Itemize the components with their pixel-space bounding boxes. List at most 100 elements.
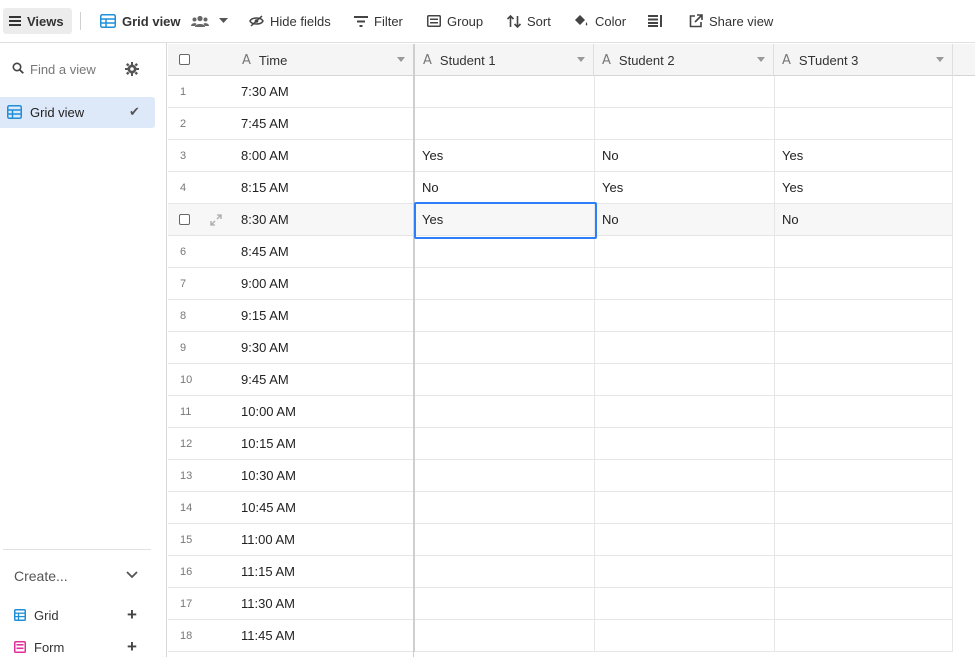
cell-student-3[interactable] xyxy=(774,428,953,460)
cell-student-2[interactable] xyxy=(594,492,774,524)
chevron-down-icon[interactable] xyxy=(577,57,585,62)
cell-student-3[interactable] xyxy=(774,396,953,428)
table-row[interactable]: 2 7:45 AM xyxy=(168,108,953,140)
cell-time[interactable]: 10:45 AM xyxy=(234,492,414,524)
find-view-input[interactable] xyxy=(30,59,120,79)
cell-student-1[interactable] xyxy=(414,364,594,396)
plus-icon[interactable]: + xyxy=(127,637,137,657)
cell-student-1[interactable]: Yes xyxy=(414,140,594,172)
cell-student-3[interactable] xyxy=(774,556,953,588)
column-header-student-2[interactable]: A Student 2 xyxy=(594,44,774,76)
cell-student-3[interactable] xyxy=(774,108,953,140)
table-row[interactable]: 4 8:15 AM No Yes Yes xyxy=(168,172,953,204)
table-row[interactable]: 8:30 AM Yes No No xyxy=(168,204,953,236)
sidebar-view-grid-view[interactable]: Grid view ✔ xyxy=(0,97,155,128)
cell-time[interactable]: 10:15 AM xyxy=(234,428,414,460)
select-all-checkbox[interactable] xyxy=(179,54,190,65)
chevron-down-icon[interactable] xyxy=(126,571,138,579)
views-toggle-button[interactable]: Views xyxy=(3,8,72,34)
expand-record-icon[interactable] xyxy=(210,214,222,226)
cell-student-2[interactable] xyxy=(594,396,774,428)
chevron-down-icon[interactable] xyxy=(397,57,405,62)
cell-student-1[interactable] xyxy=(414,268,594,300)
add-field-area[interactable] xyxy=(953,44,975,76)
cell-student-2[interactable] xyxy=(594,620,774,652)
cell-time[interactable]: 11:15 AM xyxy=(234,556,414,588)
cell-student-1[interactable] xyxy=(414,524,594,556)
cell-time[interactable]: 9:00 AM xyxy=(234,268,414,300)
cell-student-1[interactable]: No xyxy=(414,172,594,204)
row-height-button[interactable] xyxy=(648,8,662,34)
cell-time[interactable]: 9:15 AM xyxy=(234,300,414,332)
chevron-down-icon[interactable] xyxy=(757,57,765,62)
cell-student-3[interactable] xyxy=(774,492,953,524)
cell-time[interactable]: 9:45 AM xyxy=(234,364,414,396)
cell-time[interactable]: 8:45 AM xyxy=(234,236,414,268)
cell-student-1[interactable] xyxy=(414,108,594,140)
cell-time[interactable]: 8:30 AM xyxy=(234,204,414,236)
share-view-button[interactable]: Share view xyxy=(689,8,773,34)
cell-student-2[interactable] xyxy=(594,460,774,492)
cell-time[interactable]: 10:00 AM xyxy=(234,396,414,428)
cell-student-3[interactable] xyxy=(774,300,953,332)
cell-student-2[interactable] xyxy=(594,524,774,556)
table-row[interactable]: 8 9:15 AM xyxy=(168,300,953,332)
cell-student-3[interactable] xyxy=(774,236,953,268)
create-grid-item[interactable]: Grid + xyxy=(0,603,155,629)
cell-time[interactable]: 11:30 AM xyxy=(234,588,414,620)
cell-student-1[interactable] xyxy=(414,332,594,364)
cell-student-2[interactable]: Yes xyxy=(594,172,774,204)
cell-student-1[interactable] xyxy=(414,396,594,428)
cell-student-3[interactable] xyxy=(774,332,953,364)
cell-student-3[interactable] xyxy=(774,76,953,108)
cell-student-1[interactable] xyxy=(414,460,594,492)
cell-student-3[interactable] xyxy=(774,588,953,620)
cell-student-3[interactable]: Yes xyxy=(774,140,953,172)
table-row[interactable]: 12 10:15 AM xyxy=(168,428,953,460)
cell-time[interactable]: 10:30 AM xyxy=(234,460,414,492)
table-row[interactable]: 16 11:15 AM xyxy=(168,556,953,588)
table-row[interactable]: 15 11:00 AM xyxy=(168,524,953,556)
cell-time[interactable]: 7:30 AM xyxy=(234,76,414,108)
cell-student-3[interactable]: Yes xyxy=(774,172,953,204)
sort-button[interactable]: Sort xyxy=(507,8,551,34)
chevron-down-icon[interactable] xyxy=(936,57,944,62)
cell-student-2[interactable] xyxy=(594,236,774,268)
create-section-label[interactable]: Create... xyxy=(14,568,68,584)
column-header-time[interactable]: A Time xyxy=(234,44,414,76)
gear-icon[interactable] xyxy=(125,62,139,76)
cell-student-2[interactable] xyxy=(594,556,774,588)
table-row[interactable]: 6 8:45 AM xyxy=(168,236,953,268)
filter-button[interactable]: Filter xyxy=(354,8,403,34)
view-name-button[interactable]: Grid view xyxy=(100,8,228,34)
cell-student-1[interactable] xyxy=(414,300,594,332)
cell-student-3[interactable] xyxy=(774,620,953,652)
cell-student-3[interactable] xyxy=(774,460,953,492)
cell-time[interactable]: 7:45 AM xyxy=(234,108,414,140)
cell-student-2[interactable] xyxy=(594,332,774,364)
plus-icon[interactable]: + xyxy=(127,605,137,625)
cell-student-2[interactable]: No xyxy=(594,204,774,236)
cell-student-1[interactable] xyxy=(414,492,594,524)
cell-student-2[interactable] xyxy=(594,300,774,332)
cell-student-1[interactable] xyxy=(414,76,594,108)
table-row[interactable]: 14 10:45 AM xyxy=(168,492,953,524)
create-form-item[interactable]: Form + xyxy=(0,635,155,657)
cell-student-2[interactable] xyxy=(594,364,774,396)
table-row[interactable]: 18 11:45 AM xyxy=(168,620,953,652)
cell-time[interactable]: 8:15 AM xyxy=(234,172,414,204)
table-row[interactable]: 13 10:30 AM xyxy=(168,460,953,492)
cell-time[interactable]: 9:30 AM xyxy=(234,332,414,364)
table-row[interactable]: 17 11:30 AM xyxy=(168,588,953,620)
hide-fields-button[interactable]: Hide fields xyxy=(249,8,331,34)
table-row[interactable]: 10 9:45 AM xyxy=(168,364,953,396)
cell-student-1[interactable] xyxy=(414,428,594,460)
cell-student-2[interactable] xyxy=(594,588,774,620)
cell-time[interactable]: 8:00 AM xyxy=(234,140,414,172)
column-header-student-3[interactable]: A STudent 3 xyxy=(774,44,953,76)
cell-student-1[interactable]: Yes xyxy=(414,204,594,236)
cell-time[interactable]: 11:00 AM xyxy=(234,524,414,556)
table-row[interactable]: 7 9:00 AM xyxy=(168,268,953,300)
cell-student-1[interactable] xyxy=(414,620,594,652)
color-button[interactable]: Color xyxy=(573,8,626,34)
